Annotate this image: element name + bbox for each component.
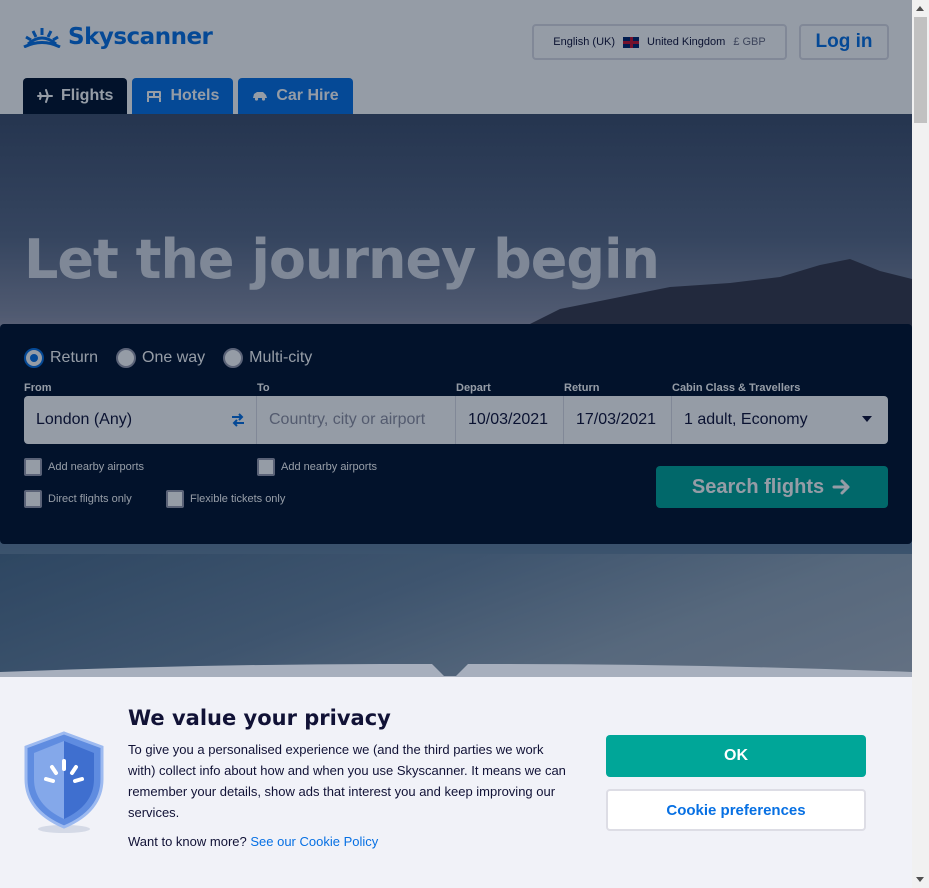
- locale-selector-button[interactable]: English (UK) United Kingdom £ GBP: [532, 24, 787, 60]
- cabin-travellers-field[interactable]: 1 adult, Economy: [672, 396, 888, 444]
- nearby-to-checkbox[interactable]: [257, 458, 275, 476]
- flexible-tickets-checkbox[interactable]: [166, 490, 184, 508]
- shield-icon: [24, 731, 104, 833]
- product-tabs: Flights Hotels Car Hire: [23, 78, 353, 114]
- to-field[interactable]: Country, city or airport: [257, 396, 456, 444]
- bed-icon: [147, 91, 162, 102]
- skyscanner-logo[interactable]: Skyscanner: [22, 24, 213, 50]
- privacy-more: Want to know more? See our Cookie Policy: [128, 834, 378, 849]
- nearby-from-label: Add nearby airports: [48, 461, 144, 473]
- nearby-to-option[interactable]: Add nearby airports: [257, 458, 377, 476]
- privacy-body: To give you a personalised experience we…: [128, 742, 566, 820]
- multi-city-radio-label: Multi-city: [249, 349, 313, 366]
- hero-shore-image: [0, 554, 912, 677]
- to-label: To: [257, 382, 270, 394]
- tab-flights-label: Flights: [61, 87, 114, 104]
- currency-label: £ GBP: [733, 36, 766, 48]
- page: Skyscanner English (UK) United Kingdom £…: [0, 0, 912, 888]
- chevron-down-icon: [862, 416, 872, 422]
- return-date-field[interactable]: 17/03/2021: [564, 396, 672, 444]
- flexible-tickets-option[interactable]: Flexible tickets only: [166, 490, 285, 508]
- privacy-banner: We value your privacy To give you a pers…: [0, 677, 912, 888]
- privacy-more-prefix: Want to know more?: [128, 834, 247, 849]
- privacy-title: We value your privacy: [128, 706, 391, 730]
- tab-flights[interactable]: Flights: [23, 78, 128, 114]
- scrollbar-thumb[interactable]: [914, 17, 927, 123]
- scroll-up-arrow-icon[interactable]: [916, 6, 924, 11]
- cookie-preferences-button[interactable]: Cookie preferences: [606, 789, 866, 831]
- one-way-radio[interactable]: [116, 348, 137, 368]
- tab-hotels[interactable]: Hotels: [132, 78, 234, 114]
- banner-notch-divider: [0, 664, 912, 678]
- multi-city-radio[interactable]: [223, 348, 244, 368]
- swap-icon[interactable]: [230, 412, 246, 428]
- car-icon: [253, 92, 268, 101]
- flight-search-panel: Return One way Multi-city From To Depart…: [0, 324, 912, 544]
- trip-type-multi-city[interactable]: Multi-city: [223, 348, 312, 368]
- direct-flights-checkbox[interactable]: [24, 490, 42, 508]
- login-button[interactable]: Log in: [799, 24, 889, 60]
- return-radio-label: Return: [50, 349, 99, 366]
- tab-car-hire[interactable]: Car Hire: [238, 78, 353, 114]
- country-label: United Kingdom: [647, 36, 726, 48]
- trip-type-group: Return One way Multi-city: [24, 348, 312, 368]
- from-value: London (Any): [36, 411, 133, 428]
- nearby-from-checkbox[interactable]: [24, 458, 42, 476]
- cookie-policy-link[interactable]: See our Cookie Policy: [250, 834, 378, 849]
- trip-type-return[interactable]: Return: [24, 348, 98, 368]
- vertical-scrollbar[interactable]: [912, 0, 929, 888]
- one-way-radio-label: One way: [142, 349, 206, 366]
- cabin-label: Cabin Class & Travellers: [672, 382, 801, 394]
- nearby-from-option[interactable]: Add nearby airports: [24, 458, 144, 476]
- arrow-right-icon: [832, 479, 850, 495]
- depart-date-field[interactable]: 10/03/2021: [456, 396, 564, 444]
- search-flights-button[interactable]: Search flights: [656, 466, 888, 508]
- from-label: From: [24, 382, 52, 394]
- uk-flag-icon: [623, 36, 640, 48]
- language-label: English (UK): [553, 36, 616, 48]
- plane-icon: [37, 89, 53, 103]
- search-flights-label: Search flights: [691, 475, 825, 498]
- return-radio[interactable]: [24, 348, 44, 368]
- site-header: Skyscanner English (UK) United Kingdom £…: [0, 0, 912, 114]
- trip-type-one-way[interactable]: One way: [116, 348, 205, 368]
- hero-title: Let the journey begin: [24, 228, 660, 291]
- return-date-value: 17/03/2021: [576, 411, 657, 428]
- cabin-value: 1 adult, Economy: [684, 411, 808, 428]
- tab-car-hire-label: Car Hire: [276, 87, 339, 104]
- logo-sun-icon: [23, 28, 61, 48]
- direct-flights-option[interactable]: Direct flights only: [24, 490, 132, 508]
- depart-date-value: 10/03/2021: [468, 411, 549, 428]
- cookie-ok-button[interactable]: OK: [606, 735, 866, 777]
- return-label: Return: [564, 382, 600, 394]
- depart-label: Depart: [456, 382, 491, 394]
- logo-wordmark: Skyscanner: [68, 24, 213, 50]
- scroll-down-arrow-icon[interactable]: [916, 877, 924, 882]
- tab-hotels-label: Hotels: [170, 87, 220, 104]
- to-placeholder: Country, city or airport: [269, 411, 426, 428]
- nearby-to-label: Add nearby airports: [281, 461, 377, 473]
- from-field[interactable]: London (Any): [24, 396, 257, 444]
- flexible-tickets-label: Flexible tickets only: [190, 493, 286, 505]
- direct-flights-label: Direct flights only: [48, 493, 132, 505]
